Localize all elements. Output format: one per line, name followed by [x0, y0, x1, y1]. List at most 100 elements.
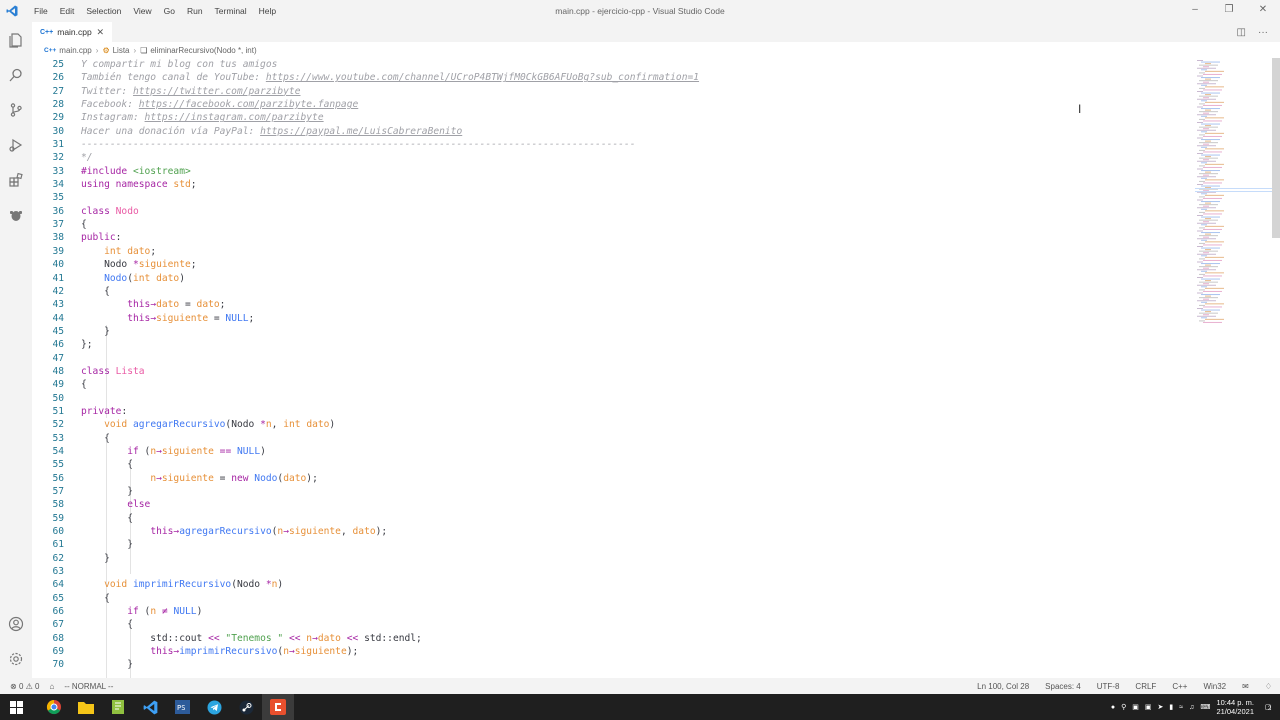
notepad-plus-icon[interactable]	[102, 694, 134, 720]
code-token: =	[179, 299, 197, 311]
bell-icon[interactable]: ♢	[1265, 682, 1272, 691]
platform[interactable]: Win32	[1203, 682, 1226, 691]
minimize-icon[interactable]: –	[1178, 0, 1212, 22]
code-token: private	[81, 405, 122, 417]
menu-view[interactable]: View	[127, 0, 157, 22]
code-token: )	[260, 445, 266, 457]
minimap-line	[1205, 78, 1211, 80]
minimap-line	[1205, 140, 1211, 142]
line-ending[interactable]: CRLF	[1135, 682, 1156, 691]
minimap[interactable]	[1195, 58, 1273, 328]
search-icon[interactable]	[0, 57, 32, 92]
line-number: 68	[52, 632, 64, 644]
minimap-line	[1205, 70, 1224, 72]
minimap-line	[1197, 284, 1216, 286]
minimap-line	[1197, 277, 1203, 278]
restore-icon[interactable]: ❐	[1212, 0, 1246, 22]
minimap-line	[1199, 165, 1205, 167]
tab-main-cpp[interactable]: C++ main.cpp ✕	[32, 22, 112, 42]
code-token: siguiente	[161, 472, 214, 484]
code-token[interactable]: https://paypal.me/LuisCabreraBenito	[260, 126, 462, 137]
vertical-scrollbar[interactable]	[1272, 58, 1280, 238]
minimap-line	[1197, 308, 1203, 309]
steam-icon[interactable]	[230, 694, 262, 720]
clock[interactable]: 10:44 p. m. 21/04/2021	[1216, 698, 1254, 716]
breadcrumb-method[interactable]: eliminarRecursivo(Nodo *, int)	[150, 46, 256, 55]
line-number: 56	[52, 472, 64, 484]
split-editor-icon[interactable]: ◫	[1237, 27, 1246, 38]
more-actions-icon[interactable]: ···	[1258, 27, 1268, 38]
menu-run[interactable]: Run	[181, 0, 209, 22]
run-debug-icon[interactable]	[0, 127, 32, 162]
menu-help[interactable]: Help	[253, 0, 282, 22]
code-editor[interactable]: 25 Y compartir mi blog con tus amigos 26 Ta…	[32, 58, 1280, 678]
home-icon[interactable]: ⌂	[49, 682, 54, 691]
tray-app-icon[interactable]: ▣	[1132, 703, 1139, 711]
close-tab-icon[interactable]: ✕	[96, 27, 104, 38]
minimap-line	[1197, 153, 1203, 154]
menu-terminal[interactable]: Terminal	[209, 0, 253, 22]
minimap-line	[1203, 221, 1209, 223]
code-token[interactable]: https://www.youtube.com/channel/UCroP4BT…	[266, 72, 699, 83]
code-line: 45 }	[32, 325, 699, 338]
code-token: imprimirRecursivo	[179, 646, 278, 658]
warning-icon: ⚠	[25, 681, 33, 691]
cursor-position[interactable]: Ln 100, Col 28	[977, 682, 1029, 691]
feedback-icon[interactable]: ✉	[1242, 682, 1249, 691]
volume-icon[interactable]: ♫	[1189, 704, 1194, 711]
telegram-icon[interactable]	[198, 694, 230, 720]
minimap-line	[1201, 201, 1220, 203]
line-number: 35	[52, 192, 64, 204]
menu-edit[interactable]: Edit	[54, 0, 81, 22]
source-control-icon[interactable]	[0, 92, 32, 127]
extensions-icon[interactable]	[0, 162, 32, 197]
menu-file[interactable]: File	[28, 0, 54, 22]
minimap-line	[1201, 193, 1207, 195]
file-explorer-icon[interactable]	[70, 694, 102, 720]
vscode-tray-icon[interactable]: ➤	[1158, 703, 1164, 711]
code-token[interactable]: https://twitter.com/parzibyte	[133, 86, 301, 97]
code-token: new	[231, 472, 255, 484]
settings-gear-icon[interactable]	[0, 641, 32, 676]
minimap-line	[1201, 100, 1207, 102]
codeblocks-icon[interactable]	[262, 694, 294, 720]
chrome-icon[interactable]	[38, 694, 70, 720]
vscode-taskbar-icon[interactable]	[134, 694, 166, 720]
minimap-line	[1205, 132, 1224, 134]
problems-indicator[interactable]: ⊗ 0 ⚠ 0	[10, 682, 39, 691]
minimap-line	[1205, 101, 1224, 103]
minimap-line	[1199, 80, 1218, 82]
menu-selection[interactable]: Selection	[80, 0, 127, 22]
breadcrumb-file[interactable]: main.cpp	[59, 46, 91, 55]
close-icon[interactable]: ✕	[1246, 0, 1280, 22]
code-token[interactable]: https://facebook.com/parzibyte.fanpage	[139, 99, 359, 110]
remote-explorer-icon[interactable]	[0, 197, 32, 232]
notification-center-icon[interactable]: ▢ 2	[1260, 703, 1276, 712]
encoding[interactable]: UTF-8	[1097, 682, 1120, 691]
explorer-icon[interactable]	[0, 22, 32, 57]
code-line: 27 Twitter: https://twitter.com/parzibyte	[32, 85, 699, 98]
minimap-viewport[interactable]	[1195, 188, 1273, 192]
tray-app-icon[interactable]: ▣	[1145, 703, 1152, 711]
indentation[interactable]: Spaces: 4	[1045, 682, 1081, 691]
windows-start-icon[interactable]	[0, 694, 32, 720]
language-mode[interactable]: C++	[1172, 682, 1187, 691]
code-token: ----------------------------------------…	[81, 139, 636, 151]
powershell-icon[interactable]: PS	[166, 694, 198, 720]
network-icon[interactable]: ⚲	[1121, 703, 1126, 711]
code-token: :	[121, 405, 128, 417]
menu-go[interactable]: Go	[158, 0, 181, 22]
account-icon[interactable]	[0, 606, 32, 641]
wifi-icon[interactable]: ≈	[1179, 704, 1183, 711]
battery-icon[interactable]: ▮	[1169, 703, 1173, 711]
minimap-line	[1199, 64, 1218, 66]
code-token: siguiente	[161, 445, 214, 457]
keyboard-icon[interactable]: ⌨	[1200, 703, 1210, 711]
microphone-icon[interactable]: ●	[1111, 704, 1115, 711]
breadcrumb-class[interactable]: Lista	[113, 46, 130, 55]
minimap-line	[1197, 67, 1216, 69]
minimap-line	[1197, 292, 1203, 294]
code-token[interactable]: https://instagram.com/parzibyte	[145, 112, 324, 123]
